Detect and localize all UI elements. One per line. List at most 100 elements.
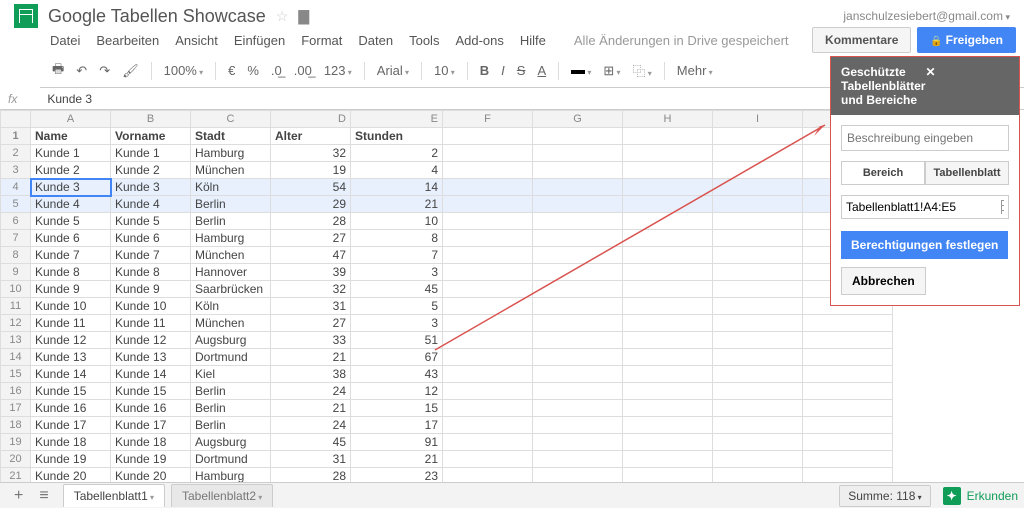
- explore-button[interactable]: ✦Erkunden: [943, 487, 1018, 505]
- cell[interactable]: 3: [351, 264, 443, 281]
- col-header[interactable]: I: [713, 111, 803, 128]
- cell[interactable]: [533, 145, 623, 162]
- cell[interactable]: [713, 145, 803, 162]
- cell[interactable]: [803, 468, 893, 483]
- cell[interactable]: 4: [351, 162, 443, 179]
- cell[interactable]: Kiel: [191, 366, 271, 383]
- cell[interactable]: [623, 281, 713, 298]
- menu-datei[interactable]: Datei: [50, 33, 80, 48]
- cell[interactable]: 27: [271, 230, 351, 247]
- cell[interactable]: Kunde 12: [31, 332, 111, 349]
- spreadsheet-grid[interactable]: ABCDEFGHIJ1NameVornameStadtAlterStunden2…: [0, 110, 893, 482]
- cell[interactable]: München: [191, 247, 271, 264]
- row-header[interactable]: 12: [1, 315, 31, 332]
- cell[interactable]: Berlin: [191, 383, 271, 400]
- cell[interactable]: [533, 196, 623, 213]
- cell[interactable]: [533, 213, 623, 230]
- bold-icon[interactable]: B: [476, 61, 493, 80]
- cell[interactable]: [713, 451, 803, 468]
- cell[interactable]: [533, 264, 623, 281]
- document-title[interactable]: Google Tabellen Showcase: [48, 6, 266, 27]
- cell[interactable]: Kunde 3: [111, 179, 191, 196]
- cell[interactable]: [713, 298, 803, 315]
- cell[interactable]: 24: [271, 383, 351, 400]
- cell[interactable]: 29: [271, 196, 351, 213]
- cell[interactable]: [443, 332, 533, 349]
- cell[interactable]: Köln: [191, 179, 271, 196]
- cell[interactable]: 28: [271, 213, 351, 230]
- cell[interactable]: [443, 281, 533, 298]
- row-header[interactable]: 16: [1, 383, 31, 400]
- cell[interactable]: Vorname: [111, 128, 191, 145]
- tab-range[interactable]: Bereich: [841, 161, 925, 185]
- cell[interactable]: [443, 230, 533, 247]
- cell[interactable]: [803, 332, 893, 349]
- cell[interactable]: [443, 145, 533, 162]
- cell[interactable]: [533, 247, 623, 264]
- cell[interactable]: München: [191, 162, 271, 179]
- cell[interactable]: 2: [351, 145, 443, 162]
- cell[interactable]: 31: [271, 298, 351, 315]
- cell[interactable]: 27: [271, 315, 351, 332]
- sheet-tab-2[interactable]: Tabellenblatt2: [171, 484, 273, 507]
- cell[interactable]: [713, 349, 803, 366]
- col-header[interactable]: F: [443, 111, 533, 128]
- row-header[interactable]: 6: [1, 213, 31, 230]
- cell[interactable]: [713, 366, 803, 383]
- cell[interactable]: [533, 298, 623, 315]
- cell[interactable]: Kunde 20: [31, 468, 111, 483]
- cell[interactable]: [443, 196, 533, 213]
- cell[interactable]: [713, 281, 803, 298]
- cell[interactable]: Kunde 17: [111, 417, 191, 434]
- cell[interactable]: Hannover: [191, 264, 271, 281]
- sheet-tab-1[interactable]: Tabellenblatt1: [63, 484, 165, 507]
- row-header[interactable]: 4: [1, 179, 31, 196]
- cell[interactable]: Kunde 2: [111, 162, 191, 179]
- cell[interactable]: Dortmund: [191, 349, 271, 366]
- cell[interactable]: [533, 434, 623, 451]
- cell[interactable]: Stadt: [191, 128, 271, 145]
- cell[interactable]: [443, 162, 533, 179]
- cell[interactable]: 21: [271, 400, 351, 417]
- cell[interactable]: [803, 417, 893, 434]
- cell[interactable]: 32: [271, 281, 351, 298]
- cell[interactable]: 17: [351, 417, 443, 434]
- set-permissions-button[interactable]: Berechtigungen festlegen: [841, 231, 1008, 259]
- row-header[interactable]: 15: [1, 366, 31, 383]
- cell[interactable]: [803, 400, 893, 417]
- cell[interactable]: Kunde 7: [111, 247, 191, 264]
- cell[interactable]: [803, 366, 893, 383]
- cell[interactable]: Kunde 7: [31, 247, 111, 264]
- cell[interactable]: 21: [271, 349, 351, 366]
- text-color-icon[interactable]: A: [533, 61, 550, 80]
- cell[interactable]: [803, 383, 893, 400]
- cell[interactable]: [533, 468, 623, 483]
- cell[interactable]: [533, 315, 623, 332]
- cell[interactable]: [443, 417, 533, 434]
- cell[interactable]: Kunde 18: [111, 434, 191, 451]
- col-header[interactable]: B: [111, 111, 191, 128]
- cell[interactable]: Kunde 20: [111, 468, 191, 483]
- sheets-logo-icon[interactable]: [14, 4, 38, 28]
- cell[interactable]: [713, 162, 803, 179]
- cell[interactable]: [623, 162, 713, 179]
- menu-ansicht[interactable]: Ansicht: [175, 33, 218, 48]
- description-input[interactable]: [841, 125, 1009, 151]
- cell[interactable]: Kunde 6: [111, 230, 191, 247]
- fill-color-icon[interactable]: [567, 61, 595, 80]
- cell[interactable]: [533, 230, 623, 247]
- fontsize-dropdown[interactable]: 10: [430, 61, 459, 80]
- cell[interactable]: [713, 400, 803, 417]
- row-header[interactable]: 1: [1, 128, 31, 145]
- cell[interactable]: Kunde 4: [31, 196, 111, 213]
- share-button[interactable]: Freigeben: [917, 27, 1016, 53]
- cell[interactable]: München: [191, 315, 271, 332]
- cell[interactable]: Berlin: [191, 196, 271, 213]
- cell[interactable]: [713, 383, 803, 400]
- formula-bar[interactable]: Kunde 3: [47, 92, 92, 106]
- cell[interactable]: [443, 298, 533, 315]
- col-header[interactable]: C: [191, 111, 271, 128]
- tab-sheet[interactable]: Tabellenblatt: [925, 161, 1009, 185]
- merge-icon[interactable]: ⿻: [629, 59, 656, 82]
- cell[interactable]: [443, 400, 533, 417]
